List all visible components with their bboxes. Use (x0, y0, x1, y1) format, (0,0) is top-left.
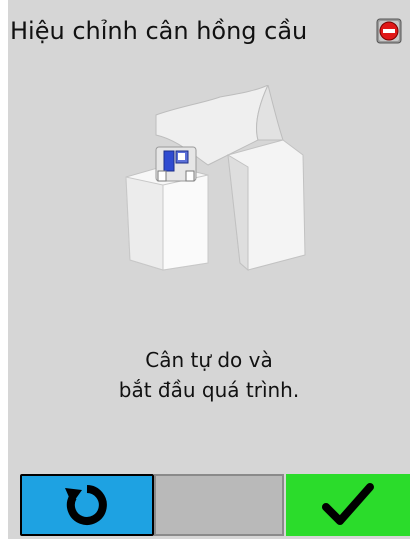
screen: Hiệu chỉnh cân hồng cầu Cân tự do và bắt… (8, 0, 410, 539)
refresh-button[interactable] (20, 474, 154, 536)
instruction-message: Cân tự do và bắt đầu quá trình. (8, 345, 410, 405)
scale-device-illustration (108, 83, 323, 275)
stop-alert-icon[interactable] (374, 16, 404, 46)
blank-button[interactable] (154, 474, 284, 536)
button-bar (8, 474, 410, 539)
page-title: Hiệu chỉnh cân hồng cầu (10, 17, 308, 45)
header: Hiệu chỉnh cân hồng cầu (8, 0, 410, 60)
instruction-line-2: bắt đầu quá trình. (118, 378, 300, 402)
instruction-line-1: Cân tự do và (145, 348, 273, 372)
checkmark-icon (322, 483, 374, 525)
confirm-button[interactable] (286, 474, 410, 536)
refresh-icon (65, 485, 107, 525)
